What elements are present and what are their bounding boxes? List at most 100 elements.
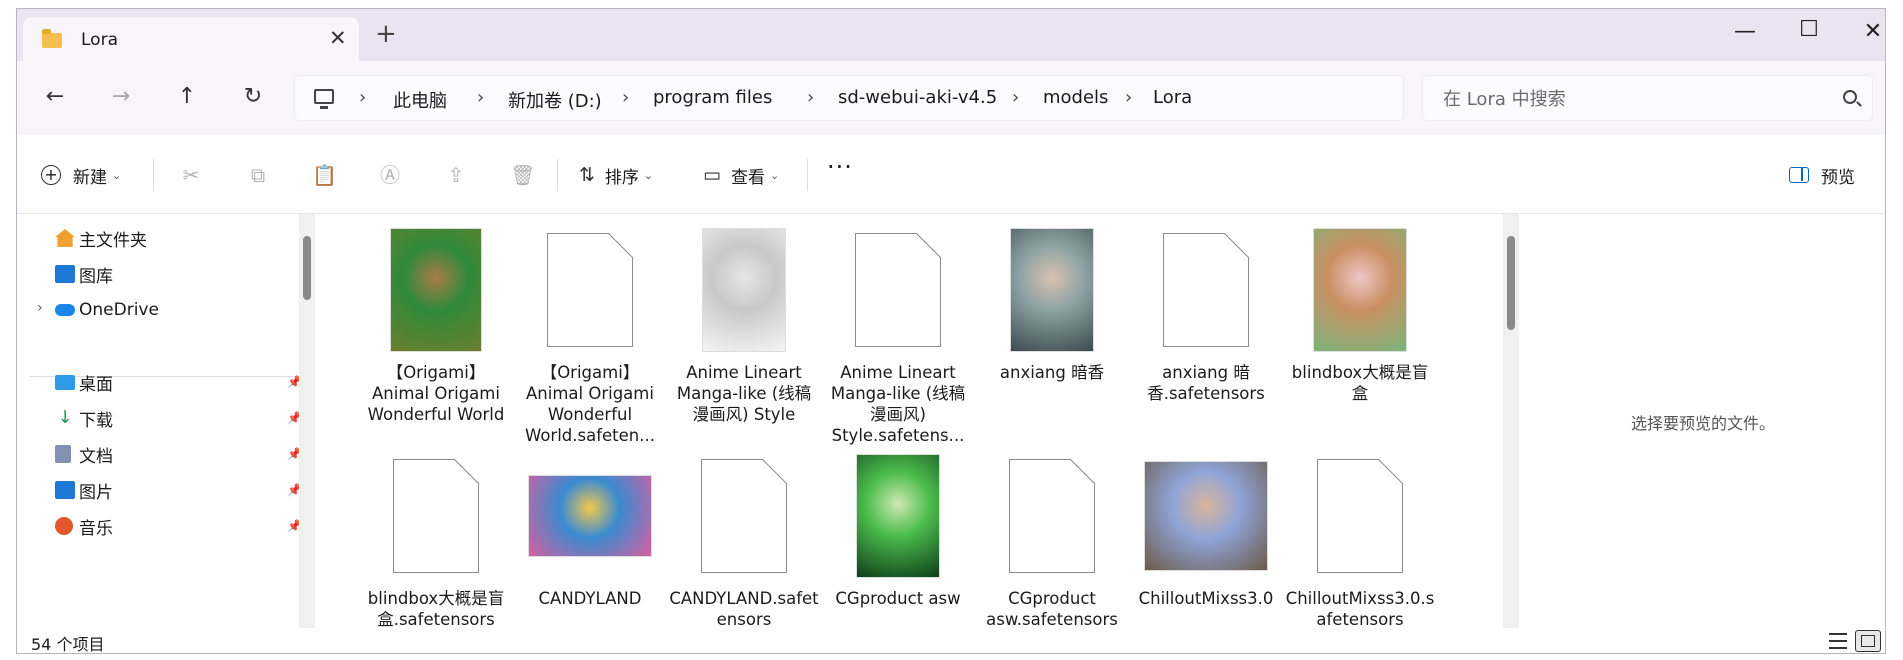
copy-icon[interactable]: ⧉ bbox=[246, 163, 270, 187]
file-thumbnail[interactable] bbox=[823, 222, 973, 358]
chevron-down-icon: ⌄ bbox=[769, 168, 780, 182]
preview-pane-button[interactable]: 预览 bbox=[1789, 157, 1855, 193]
file-name: Anime Lineart Manga-like (线稿漫画风) Style.s… bbox=[830, 363, 966, 445]
image-thumbnail bbox=[390, 228, 482, 352]
file-name: 【Origami】Animal Origami Wonderful World.… bbox=[524, 363, 655, 445]
file-list: 【Origami】Animal Origami Wonderful World 【… bbox=[315, 214, 1503, 628]
breadcrumb-item[interactable]: sd-webui-aki-v4.5 bbox=[838, 87, 997, 108]
file-thumbnail[interactable] bbox=[361, 222, 511, 358]
divider bbox=[557, 159, 558, 191]
file-thumbnail[interactable] bbox=[1131, 222, 1281, 358]
image-thumbnail bbox=[702, 228, 786, 352]
scrollbar-thumb[interactable] bbox=[303, 236, 311, 300]
gallery-icon bbox=[55, 265, 75, 283]
sidebar-item-music[interactable]: 音乐 bbox=[55, 510, 113, 542]
navigation-pane: 主文件夹 图库 › OneDrive 桌面 📌 ↓ 下载 📌 文档 📌 图片 📌… bbox=[17, 214, 314, 628]
this-pc-icon[interactable] bbox=[314, 89, 334, 109]
sidebar-item-home[interactable]: 主文件夹 bbox=[55, 222, 147, 254]
sidebar-item-label: 下载 bbox=[79, 410, 113, 431]
file-thumbnail[interactable] bbox=[515, 448, 665, 584]
image-thumbnail bbox=[1313, 228, 1407, 352]
breadcrumb-chevron-icon[interactable]: › bbox=[359, 87, 366, 108]
rename-icon[interactable]: Ⓐ bbox=[378, 163, 402, 187]
breadcrumb-item[interactable]: program files bbox=[653, 87, 772, 108]
file-thumbnail[interactable] bbox=[669, 448, 819, 584]
new-label: 新建 bbox=[73, 167, 107, 188]
cut-icon[interactable]: ✂ bbox=[179, 163, 203, 187]
navigation-pane-scrollbar[interactable] bbox=[299, 214, 315, 628]
new-tab-button[interactable]: + bbox=[375, 21, 397, 47]
plus-circle-icon: + bbox=[41, 165, 61, 185]
sort-button[interactable]: ⇅ 排序 ⌄ bbox=[579, 157, 653, 193]
minimize-button[interactable]: — bbox=[1725, 19, 1765, 44]
command-bar: + 新建 ⌄ ✂ ⧉ 📋 Ⓐ ⇪ 🗑 ⇅ 排序 ⌄ ▭ 查看 ⌄ ··· 预览 bbox=[17, 135, 1885, 214]
refresh-button[interactable]: ↻ bbox=[235, 79, 271, 115]
file-thumbnail[interactable] bbox=[1131, 448, 1281, 584]
breadcrumb-item[interactable]: 新加卷 (D:) bbox=[508, 87, 602, 113]
tab-close-icon[interactable]: ✕ bbox=[329, 26, 347, 50]
preview-empty-text: 选择要预览的文件。 bbox=[1630, 414, 1775, 433]
divider bbox=[153, 159, 154, 191]
close-window-button[interactable]: ✕ bbox=[1853, 19, 1885, 44]
file-name: CANDYLAND bbox=[538, 589, 642, 608]
up-button[interactable]: ↑ bbox=[169, 79, 205, 115]
view-button[interactable]: ▭ 查看 ⌄ bbox=[703, 157, 779, 193]
maximize-button[interactable]: ☐ bbox=[1789, 17, 1829, 42]
breadcrumb-chevron-icon[interactable]: › bbox=[477, 87, 484, 108]
sort-label: 排序 bbox=[604, 167, 639, 188]
file-icon bbox=[1009, 459, 1095, 573]
file-thumbnail[interactable] bbox=[823, 448, 973, 584]
breadcrumb-chevron-icon[interactable]: › bbox=[622, 87, 629, 108]
address-bar[interactable]: › 此电脑 › 新加卷 (D:) › program files › sd-we… bbox=[294, 75, 1404, 121]
breadcrumb-item[interactable]: 此电脑 bbox=[393, 87, 447, 113]
navigation-bar: ← → ↑ ↻ › 此电脑 › 新加卷 (D:) › program files… bbox=[17, 61, 1885, 135]
breadcrumb-chevron-icon[interactable]: › bbox=[807, 87, 814, 108]
title-bar: Lora ✕ + — ☐ ✕ bbox=[17, 9, 1885, 63]
file-thumbnail[interactable] bbox=[515, 222, 665, 358]
sidebar-item-gallery[interactable]: 图库 bbox=[55, 258, 113, 290]
sidebar-item-pictures[interactable]: 图片 bbox=[55, 474, 113, 506]
file-thumbnail[interactable] bbox=[361, 448, 511, 584]
new-button[interactable]: + 新建 ⌄ bbox=[41, 157, 121, 193]
search-box[interactable] bbox=[1422, 75, 1873, 121]
download-icon: ↓ bbox=[57, 407, 73, 428]
file-thumbnail[interactable] bbox=[977, 448, 1127, 584]
paste-icon[interactable]: 📋 bbox=[312, 163, 337, 187]
file-name: blindbox大概是盲盒.safetensors bbox=[367, 589, 505, 628]
sidebar-item-downloads[interactable]: ↓ 下载 bbox=[55, 402, 113, 434]
share-icon[interactable]: ⇪ bbox=[444, 163, 468, 187]
expand-chevron-icon[interactable]: › bbox=[37, 300, 43, 316]
scrollbar-thumb[interactable] bbox=[1507, 236, 1515, 330]
sidebar-item-desktop[interactable]: 桌面 bbox=[55, 366, 113, 398]
file-thumbnail[interactable] bbox=[669, 222, 819, 358]
status-bar: 54 个项目 bbox=[17, 628, 1885, 653]
sidebar-item-documents[interactable]: 文档 bbox=[55, 438, 113, 470]
sidebar-item-onedrive[interactable]: OneDrive bbox=[55, 294, 159, 326]
delete-icon[interactable]: 🗑 bbox=[510, 163, 535, 187]
preview-pane: 选择要预览的文件。 bbox=[1519, 214, 1885, 628]
file-name: blindbox大概是盲盒 bbox=[1291, 363, 1429, 403]
breadcrumb-item[interactable]: models bbox=[1043, 87, 1108, 108]
forward-button[interactable]: → bbox=[103, 79, 139, 115]
breadcrumb-chevron-icon[interactable]: › bbox=[1012, 87, 1019, 108]
file-icon bbox=[1163, 233, 1249, 347]
image-thumbnail bbox=[528, 475, 652, 557]
file-icon bbox=[547, 233, 633, 347]
sidebar-item-label: 图片 bbox=[79, 482, 113, 503]
breadcrumb-item[interactable]: Lora bbox=[1153, 87, 1192, 108]
file-thumbnail[interactable] bbox=[1285, 448, 1435, 584]
file-list-scrollbar[interactable] bbox=[1503, 214, 1519, 628]
search-icon[interactable] bbox=[1843, 90, 1857, 104]
more-options-button[interactable]: ··· bbox=[827, 153, 853, 181]
details-view-icon[interactable] bbox=[1829, 633, 1847, 649]
desktop-icon bbox=[55, 374, 75, 390]
back-button[interactable]: ← bbox=[37, 79, 73, 115]
file-name: CGproduct asw.safetensors bbox=[986, 589, 1118, 628]
file-icon bbox=[1317, 459, 1403, 573]
file-thumbnail[interactable] bbox=[977, 222, 1127, 358]
search-input[interactable] bbox=[1441, 84, 1821, 114]
tab-lora[interactable]: Lora ✕ bbox=[23, 17, 359, 63]
breadcrumb-chevron-icon[interactable]: › bbox=[1125, 87, 1132, 108]
file-thumbnail[interactable] bbox=[1285, 222, 1435, 358]
tiles-view-icon[interactable] bbox=[1855, 630, 1881, 652]
